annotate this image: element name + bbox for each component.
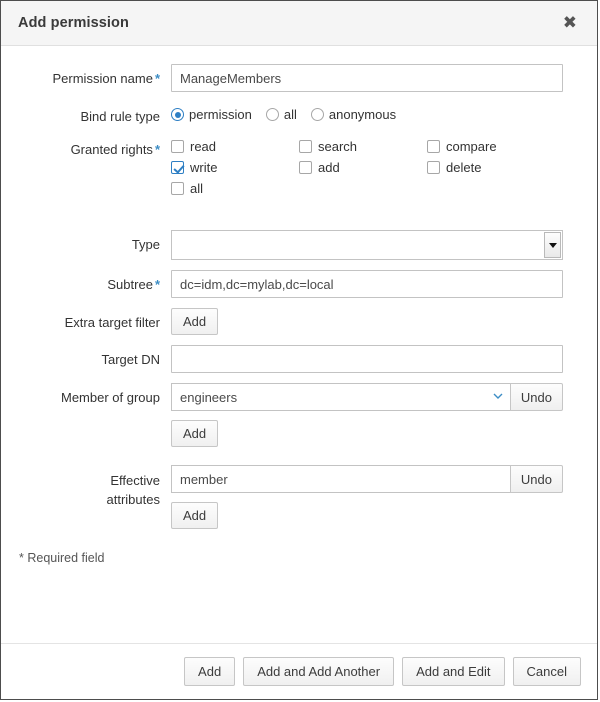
add-button[interactable]: Add xyxy=(184,657,236,686)
field-extra-target-filter: Extra target filter Add xyxy=(1,308,563,335)
checkbox-write-label: write xyxy=(190,160,218,175)
radio-permission-label: permission xyxy=(189,107,252,122)
dialog-header: Add permission ✖ xyxy=(1,1,597,46)
member-of-group-input[interactable] xyxy=(171,383,510,411)
checkbox-add-box xyxy=(299,161,312,174)
radio-permission[interactable]: permission xyxy=(171,107,252,122)
checkbox-search-box xyxy=(299,140,312,153)
field-granted-rights: Granted rights * read search compare wri… xyxy=(1,135,563,202)
label-effective-attributes-line1: Effective xyxy=(110,473,160,488)
field-bind-rule-type: Bind rule type permission all anonymous xyxy=(1,102,563,125)
checkbox-all-box xyxy=(171,182,184,195)
checkbox-read-label: read xyxy=(190,139,217,154)
dialog-body: Permission name* Bind rule type permissi… xyxy=(1,46,597,643)
radio-permission-indicator xyxy=(171,108,184,121)
dialog-footer: Add Add and Add Another Add and Edit Can… xyxy=(1,643,597,699)
field-type: Type xyxy=(1,230,563,260)
label-bind-rule-type: Bind rule type xyxy=(80,109,161,124)
label-granted-rights: Granted rights * xyxy=(1,135,171,158)
add-permission-dialog: Add permission ✖ Permission name* Bind r… xyxy=(0,0,598,700)
label-target-dn: Target DN xyxy=(101,352,160,367)
member-of-group-row: Undo xyxy=(171,383,563,411)
bind-rule-type-radio-group: permission all anonymous xyxy=(171,102,563,122)
permission-name-input[interactable] xyxy=(171,64,563,92)
member-of-group-undo-button[interactable]: Undo xyxy=(509,383,563,411)
field-subtree: Subtree * xyxy=(1,270,563,298)
effective-attributes-undo-button[interactable]: Undo xyxy=(509,465,563,493)
field-target-dn: Target DN xyxy=(1,345,563,373)
checkbox-write[interactable]: write xyxy=(171,160,217,175)
granted-rights-checkbox-grid: read search compare write add delete all xyxy=(171,135,563,196)
label-effective-attributes: Effective attributes xyxy=(1,465,171,509)
checkbox-write-box xyxy=(171,161,184,174)
add-and-edit-button[interactable]: Add and Edit xyxy=(402,657,505,686)
label-subtree-text: Subtree xyxy=(107,277,153,292)
label-type: Type xyxy=(131,237,160,252)
checkbox-delete-box xyxy=(427,161,440,174)
radio-anonymous[interactable]: anonymous xyxy=(310,107,397,122)
checkbox-add-label: add xyxy=(318,160,340,175)
effective-attributes-row: Undo xyxy=(171,465,563,493)
field-permission-name: Permission name * xyxy=(1,64,563,92)
checkbox-add[interactable]: add xyxy=(299,160,340,175)
required-marker: * xyxy=(154,71,160,86)
required-marker: * xyxy=(154,277,160,292)
checkbox-read[interactable]: read xyxy=(171,139,216,154)
checkbox-compare-box xyxy=(427,140,440,153)
radio-anonymous-indicator xyxy=(310,108,324,121)
required-field-note: * Required field xyxy=(19,551,105,565)
field-member-of-group: Member of group Undo Add xyxy=(1,383,563,447)
label-extra-target-filter: Extra target filter xyxy=(64,315,160,330)
required-marker: * xyxy=(154,142,160,157)
radio-all[interactable]: all xyxy=(265,107,297,122)
label-granted-rights-text: Granted rights xyxy=(70,142,153,157)
label-subtree: Subtree * xyxy=(1,270,171,293)
checkbox-compare[interactable]: compare xyxy=(427,139,497,154)
radio-all-label: all xyxy=(283,107,297,122)
checkbox-compare-label: compare xyxy=(446,139,497,154)
cancel-button[interactable]: Cancel xyxy=(512,657,581,686)
checkbox-delete[interactable]: delete xyxy=(427,160,481,175)
member-of-group-add-button[interactable]: Add xyxy=(171,420,219,447)
type-select[interactable] xyxy=(171,230,563,260)
label-effective-attributes-line2: attributes xyxy=(106,492,160,507)
page-title: Add permission xyxy=(18,15,129,31)
label-permission-name: Permission name * xyxy=(1,64,171,87)
field-effective-attributes: Effective attributes Undo Add xyxy=(1,465,563,529)
subtree-input[interactable] xyxy=(171,270,563,298)
extra-target-filter-add-button[interactable]: Add xyxy=(171,308,219,335)
label-permission-name-text: Permission name xyxy=(52,71,153,86)
close-icon[interactable]: ✖ xyxy=(560,13,580,34)
checkbox-delete-label: delete xyxy=(446,160,482,175)
checkbox-all-label: all xyxy=(190,181,204,196)
label-member-of-group: Member of group xyxy=(61,390,160,405)
checkbox-read-box xyxy=(171,140,184,153)
radio-anonymous-label: anonymous xyxy=(328,107,397,122)
checkbox-search[interactable]: search xyxy=(299,139,357,154)
effective-attributes-input[interactable] xyxy=(171,465,510,493)
effective-attributes-add-button[interactable]: Add xyxy=(171,502,219,529)
target-dn-input[interactable] xyxy=(171,345,563,373)
add-and-add-another-button[interactable]: Add and Add Another xyxy=(243,657,395,686)
checkbox-all[interactable]: all xyxy=(171,181,203,196)
radio-all-indicator xyxy=(265,108,279,121)
checkbox-search-label: search xyxy=(318,139,358,154)
